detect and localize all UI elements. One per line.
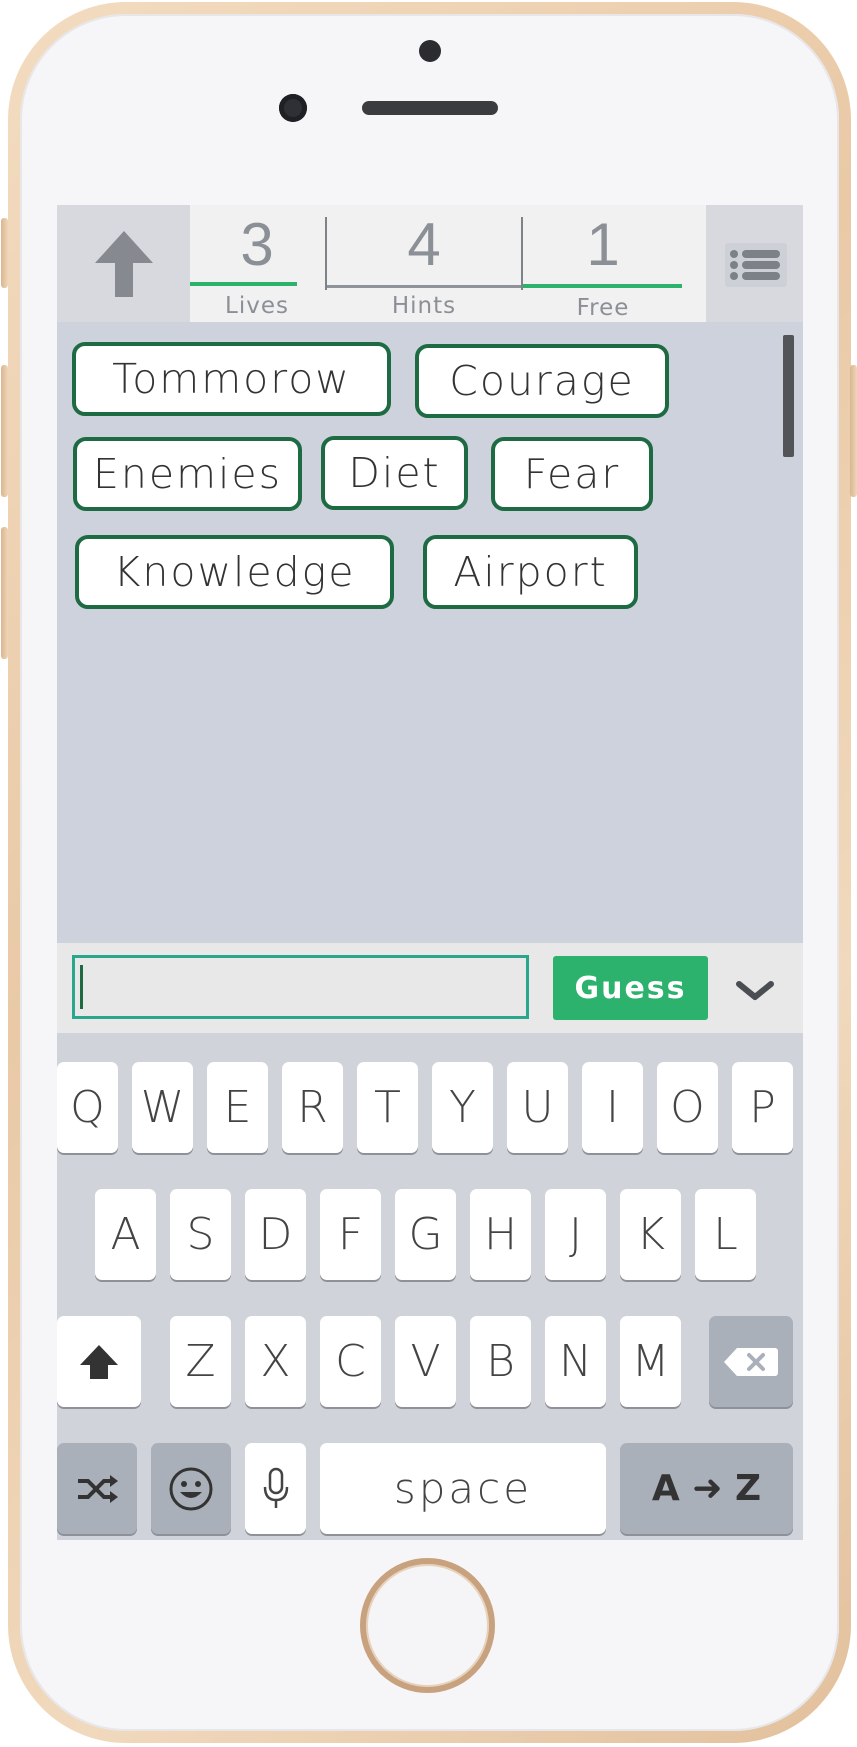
word-tile[interactable]: Knowledge — [75, 535, 394, 609]
key-i[interactable]: I — [582, 1062, 643, 1153]
up-button[interactable] — [57, 205, 190, 322]
word-tile[interactable]: Fear — [491, 437, 653, 511]
shift-icon — [80, 1344, 118, 1379]
front-camera — [279, 94, 307, 122]
hints-underline — [327, 285, 521, 288]
key-y[interactable]: Y — [432, 1062, 493, 1153]
shuffle-icon — [78, 1474, 118, 1503]
key-f[interactable]: F — [320, 1189, 381, 1280]
backspace-icon — [724, 1347, 778, 1376]
key-l[interactable]: L — [695, 1189, 756, 1280]
key-u[interactable]: U — [507, 1062, 568, 1153]
home-button[interactable] — [360, 1558, 495, 1693]
earpiece-speaker — [362, 101, 498, 115]
free-underline — [523, 284, 682, 288]
key-h[interactable]: H — [470, 1189, 531, 1280]
key-x[interactable]: X — [245, 1316, 306, 1407]
sort-key[interactable]: A ➜ Z — [620, 1443, 793, 1534]
key-r[interactable]: R — [282, 1062, 343, 1153]
proximity-sensor — [419, 40, 441, 62]
guess-button[interactable]: Guess — [553, 956, 708, 1020]
mute-switch — [1, 218, 8, 288]
power-button — [850, 365, 857, 497]
free-count: 1 — [586, 211, 620, 278]
key-d[interactable]: D — [245, 1189, 306, 1280]
keyboard: Q W E R T Y U I O P A S D F G H J K L Z … — [57, 1033, 803, 1540]
key-j[interactable]: J — [545, 1189, 606, 1280]
key-o[interactable]: O — [657, 1062, 718, 1153]
hints-label: Hints — [391, 293, 457, 319]
backspace-key[interactable] — [709, 1316, 793, 1407]
hints-count: 4 — [407, 211, 441, 278]
key-q[interactable]: Q — [57, 1062, 118, 1153]
volume-up-button — [1, 365, 8, 497]
key-g[interactable]: G — [395, 1189, 456, 1280]
scrollbar-thumb[interactable] — [783, 335, 794, 457]
key-w[interactable]: W — [132, 1062, 193, 1153]
guess-input[interactable] — [72, 955, 529, 1019]
menu-list-icon — [725, 243, 787, 287]
key-m[interactable]: M — [620, 1316, 681, 1407]
lives-underline — [190, 282, 297, 286]
volume-down-button — [1, 527, 8, 659]
emoji-icon — [169, 1467, 213, 1510]
key-z[interactable]: Z — [170, 1316, 231, 1407]
key-a[interactable]: A — [95, 1189, 156, 1280]
key-s[interactable]: S — [170, 1189, 231, 1280]
text-caret — [80, 965, 83, 1009]
key-e[interactable]: E — [207, 1062, 268, 1153]
emoji-key[interactable] — [151, 1443, 231, 1534]
word-tile[interactable]: Enemies — [73, 437, 302, 511]
key-t[interactable]: T — [357, 1062, 418, 1153]
microphone-key[interactable] — [245, 1443, 306, 1534]
key-b[interactable]: B — [470, 1316, 531, 1407]
key-n[interactable]: N — [545, 1316, 606, 1407]
key-p[interactable]: P — [732, 1062, 793, 1153]
word-tile[interactable]: Airport — [423, 535, 638, 609]
shift-key[interactable] — [57, 1316, 141, 1407]
app-screen: 3 Lives 4 Hints 1 Free Tommorow Courage … — [57, 205, 803, 1540]
up-arrow-icon — [94, 230, 153, 297]
chevron-down-icon — [736, 981, 774, 1000]
word-tile[interactable]: Diet — [321, 436, 468, 510]
microphone-icon — [263, 1467, 288, 1508]
key-v[interactable]: V — [395, 1316, 456, 1407]
word-tile[interactable]: Courage — [415, 344, 669, 418]
space-key[interactable]: space — [320, 1443, 606, 1534]
lives-count: 3 — [240, 211, 274, 278]
collapse-keyboard-button[interactable] — [720, 961, 790, 1021]
key-k[interactable]: K — [620, 1189, 681, 1280]
lives-label: Lives — [225, 293, 289, 319]
key-c[interactable]: C — [320, 1316, 381, 1407]
free-label: Free — [576, 295, 630, 321]
word-tile[interactable]: Tommorow — [72, 342, 391, 416]
shuffle-key[interactable] — [57, 1443, 137, 1534]
